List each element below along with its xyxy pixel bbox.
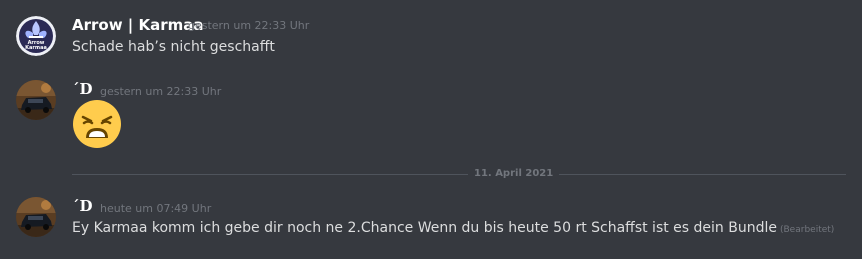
author-name[interactable]: Arrow | Karmaa <box>72 16 204 34</box>
avatar-d[interactable] <box>16 197 56 237</box>
avatar-d[interactable] <box>16 80 56 120</box>
date-divider-line <box>72 174 846 175</box>
svg-text:Karmaa: Karmaa <box>25 45 47 51</box>
edited-label: (Bearbeitet) <box>780 225 835 235</box>
weary-face-emoji-icon <box>72 99 122 149</box>
car-avatar-icon <box>16 197 56 237</box>
message-timestamp: gestern um 22:33 Uhr <box>100 85 222 98</box>
avatar-arrow-karmaa[interactable]: Arrow Karmaa <box>16 16 56 56</box>
message-timestamp: heute um 07:49 Uhr <box>100 202 212 215</box>
message-text: Ey Karmaa komm ich gebe dir noch ne 2.Ch… <box>72 219 834 239</box>
message-text: Schade hab’s nicht geschafft <box>72 39 275 55</box>
message-text-body: Ey Karmaa komm ich gebe dir noch ne 2.Ch… <box>72 220 777 236</box>
message-timestamp: gestern um 22:33 Uhr <box>188 19 310 32</box>
author-name[interactable]: ´D <box>72 80 93 98</box>
author-name[interactable]: ´D <box>72 197 93 215</box>
fleur-de-lis-logo-icon: Arrow Karmaa <box>16 16 56 56</box>
date-divider-label: 11. April 2021 <box>468 167 560 181</box>
car-avatar-icon <box>16 80 56 120</box>
